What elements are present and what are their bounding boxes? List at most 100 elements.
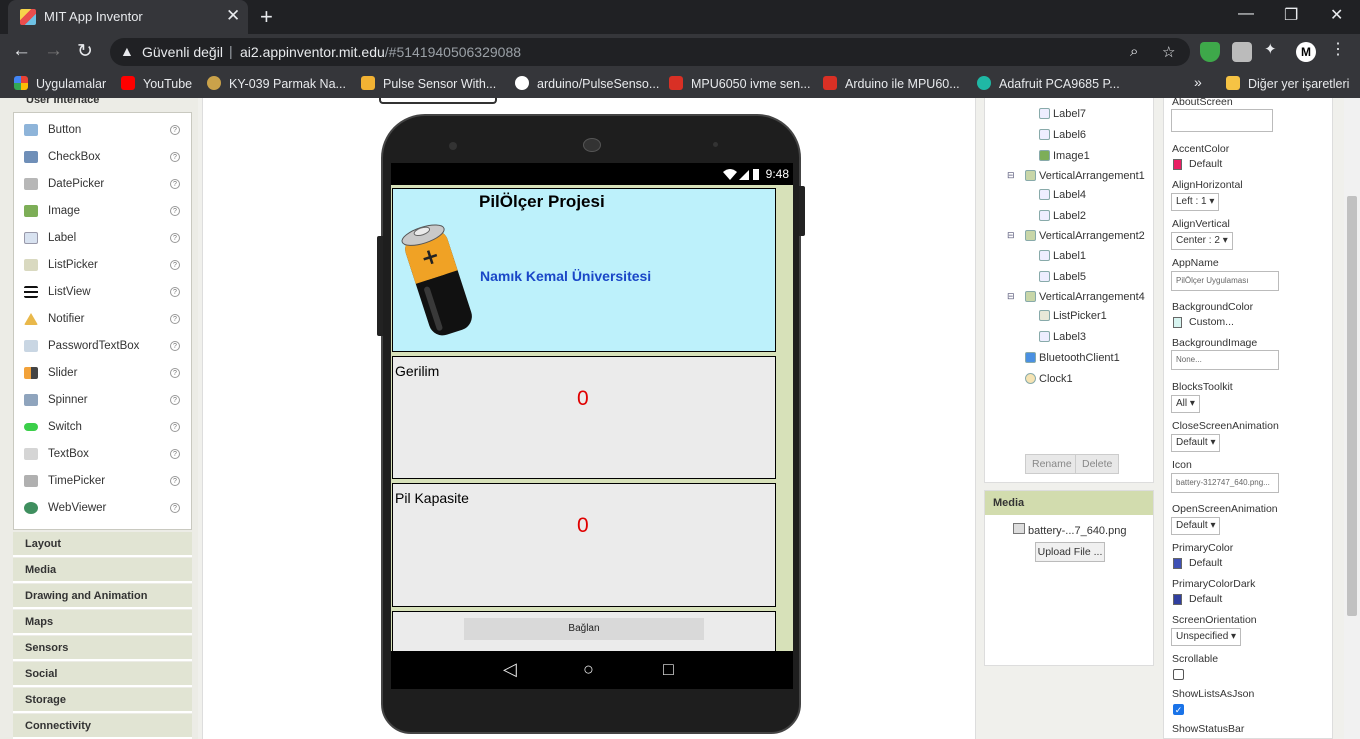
tree-item-verticalarrangement2[interactable]: VerticalArrangement2	[1025, 230, 1145, 242]
bookmark-arduino-mpu[interactable]: Arduino ile MPU60...	[823, 76, 960, 91]
tree-item-label4[interactable]: Label4	[1039, 189, 1086, 201]
drawer-drawing-animation[interactable]: Drawing and Animation	[13, 584, 192, 609]
upload-file-button[interactable]: Upload File ...	[1035, 542, 1105, 562]
palette-item-textbox[interactable]: TextBox?	[14, 440, 191, 467]
page-scrollbar[interactable]	[1344, 98, 1360, 739]
tree-item-listpicker1[interactable]: ListPicker1	[1039, 310, 1107, 322]
voltage-arrangement[interactable]: Gerilim 0	[392, 356, 776, 479]
tree-item-image1[interactable]: Image1	[1039, 150, 1090, 162]
warning-icon[interactable]: ▲	[120, 43, 134, 59]
palette-item-passwordtextbox[interactable]: PasswordTextBox?	[14, 332, 191, 359]
home-circle-icon[interactable]: ○	[583, 659, 594, 680]
color-swatch[interactable]	[1173, 594, 1182, 605]
tab-close-icon[interactable]: ✕	[226, 6, 240, 26]
url-text[interactable]: ai2.appinventor.mit.edu/#514194050632908…	[240, 44, 521, 60]
scrollable-checkbox[interactable]	[1173, 669, 1184, 680]
palette-item-checkbox[interactable]: CheckBox?	[14, 143, 191, 170]
drawer-maps[interactable]: Maps	[13, 610, 192, 635]
color-swatch[interactable]	[1173, 558, 1182, 569]
alignvertical-select[interactable]: Center : 2 ▾	[1171, 232, 1233, 250]
tree-item-verticalarrangement4[interactable]: VerticalArrangement4	[1025, 291, 1145, 303]
new-tab-button[interactable]: +	[260, 4, 273, 30]
palette-item-spinner[interactable]: Spinner?	[14, 386, 191, 413]
collapse-toggle-icon[interactable]: ⊟	[1007, 291, 1015, 302]
forward-button[interactable]: →	[44, 40, 63, 62]
voltage-value[interactable]: 0	[577, 387, 589, 411]
primarycolordark-value[interactable]: Default	[1189, 593, 1222, 605]
palette-item-image[interactable]: Image?	[14, 197, 191, 224]
bookmark-apps[interactable]: Uygulamalar	[14, 76, 106, 91]
shield-extension-icon[interactable]	[1200, 42, 1220, 62]
drawer-social[interactable]: Social	[13, 662, 192, 687]
help-icon[interactable]: ?	[170, 341, 180, 351]
palette-item-notifier[interactable]: Notifier?	[14, 305, 191, 332]
address-bar[interactable]: ▲ Güvenli değil | ai2.appinventor.mit.ed…	[110, 38, 1190, 66]
help-icon[interactable]: ?	[170, 422, 180, 432]
puzzle-icon[interactable]: ✦	[1264, 40, 1284, 60]
tree-item-label6[interactable]: Label6	[1039, 129, 1086, 141]
connect-button[interactable]: Bağlan	[464, 618, 704, 640]
bookmark-github[interactable]: arduino/PulseSenso...	[515, 76, 659, 91]
aboutscreen-textarea[interactable]	[1171, 109, 1273, 132]
security-status[interactable]: Güvenli değil	[142, 44, 223, 60]
bookmark-youtube[interactable]: YouTube	[121, 76, 192, 91]
collapse-toggle-icon[interactable]: ⊟	[1007, 230, 1015, 241]
help-icon[interactable]: ?	[170, 503, 180, 513]
help-icon[interactable]: ?	[170, 233, 180, 243]
palette-item-timepicker[interactable]: TimePicker?	[14, 467, 191, 494]
help-icon[interactable]: ?	[170, 260, 180, 270]
appname-input[interactable]: PilÖlçer Uygulaması	[1171, 271, 1279, 291]
palette-item-webviewer[interactable]: WebViewer?	[14, 494, 191, 521]
header-arrangement[interactable]: PilÖlçer Projesi + Namık Kemal Üniversit…	[392, 188, 776, 352]
scrollbar-thumb[interactable]	[1347, 196, 1357, 616]
tree-item-label7[interactable]: Label7	[1039, 108, 1086, 120]
reload-button[interactable]: ↻	[77, 40, 93, 63]
browser-tab[interactable]: MIT App Inventor ✕	[8, 0, 248, 34]
drawer-sensors[interactable]: Sensors	[13, 636, 192, 661]
icon-input[interactable]: battery-312747_640.png...	[1171, 473, 1279, 493]
help-icon[interactable]: ?	[170, 179, 180, 189]
alignhorizontal-select[interactable]: Left : 1 ▾	[1171, 193, 1220, 211]
maximize-button[interactable]: ❐	[1284, 5, 1298, 25]
help-icon[interactable]: ?	[170, 152, 180, 162]
minimize-button[interactable]: —	[1238, 5, 1254, 23]
bookmark-adafruit[interactable]: Adafruit PCA9685 P...	[977, 76, 1120, 91]
palette-item-listview[interactable]: ListView?	[14, 278, 191, 305]
back-triangle-icon[interactable]: ◁	[503, 659, 517, 680]
help-icon[interactable]: ?	[170, 449, 180, 459]
help-icon[interactable]: ?	[170, 368, 180, 378]
drawer-media[interactable]: Media	[13, 558, 192, 583]
capacity-label[interactable]: Pil Kapasite	[395, 490, 469, 506]
closescreenanimation-select[interactable]: Default ▾	[1171, 434, 1221, 452]
bookmark-mpu6050[interactable]: MPU6050 ivme sen...	[669, 76, 811, 91]
color-swatch[interactable]	[1173, 159, 1182, 170]
help-icon[interactable]: ?	[170, 395, 180, 405]
extension-icon[interactable]	[1232, 42, 1252, 62]
delete-button[interactable]: Delete	[1075, 454, 1120, 474]
screenorientation-select[interactable]: Unspecified ▾	[1171, 628, 1242, 646]
help-icon[interactable]: ?	[170, 287, 180, 297]
menu-icon[interactable]: ⋮	[1330, 39, 1350, 59]
tree-item-label2[interactable]: Label2	[1039, 210, 1086, 222]
tree-item-clock1[interactable]: Clock1	[1025, 373, 1073, 385]
backgroundimage-input[interactable]: None...	[1171, 350, 1279, 370]
blockstoolkit-select[interactable]: All ▾	[1171, 395, 1200, 413]
tree-item-label5[interactable]: Label5	[1039, 271, 1086, 283]
help-icon[interactable]: ?	[170, 206, 180, 216]
bookmark-pulse-sensor[interactable]: Pulse Sensor With...	[361, 76, 496, 91]
showlistsasjson-checkbox[interactable]: ✓	[1173, 704, 1184, 715]
capacity-value[interactable]: 0	[577, 514, 589, 538]
palette-item-listpicker[interactable]: ListPicker?	[14, 251, 191, 278]
battery-icon[interactable]: +	[397, 213, 477, 343]
university-label[interactable]: Namık Kemal Üniversitesi	[480, 268, 651, 284]
media-file-item[interactable]: battery-...7_640.png	[1028, 525, 1126, 537]
palette-item-button[interactable]: Button?	[14, 116, 191, 143]
drawer-layout[interactable]: Layout	[13, 532, 192, 557]
more-bookmarks-button[interactable]: »	[1194, 74, 1202, 90]
accentcolor-value[interactable]: Default	[1189, 158, 1222, 170]
recent-apps-icon[interactable]: □	[663, 659, 674, 680]
palette-item-switch[interactable]: Switch?	[14, 413, 191, 440]
backgroundcolor-value[interactable]: Custom...	[1189, 316, 1234, 328]
palette-item-datepicker[interactable]: DatePicker?	[14, 170, 191, 197]
color-swatch[interactable]	[1173, 317, 1182, 328]
